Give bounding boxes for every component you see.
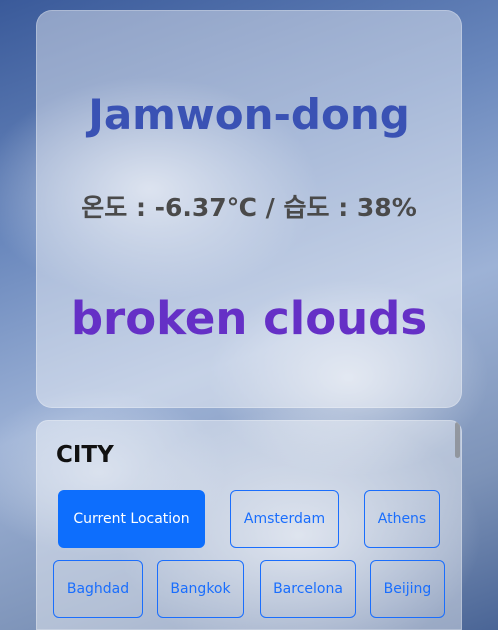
city-button-baghdad[interactable]: Baghdad (53, 560, 143, 618)
city-panel: CITY Current Location Amsterdam Athens B… (36, 420, 462, 630)
city-button-beijing[interactable]: Beijing (370, 560, 445, 618)
city-button-barcelona[interactable]: Barcelona (260, 560, 356, 618)
location-title: Jamwon-dong (88, 90, 410, 139)
city-button-current-location[interactable]: Current Location (58, 490, 205, 548)
city-label: CITY (56, 442, 114, 468)
weather-card: Jamwon-dong 온도 : -6.37℃ / 습도 : 38% broke… (36, 10, 462, 408)
city-button-athens[interactable]: Athens (364, 490, 440, 548)
city-button-bangkok[interactable]: Bangkok (157, 560, 244, 618)
city-button-amsterdam[interactable]: Amsterdam (230, 490, 339, 548)
scrollbar[interactable] (455, 422, 460, 458)
weather-condition: broken clouds (70, 292, 428, 345)
temperature-humidity: 온도 : -6.37℃ / 습도 : 38% (81, 193, 417, 222)
